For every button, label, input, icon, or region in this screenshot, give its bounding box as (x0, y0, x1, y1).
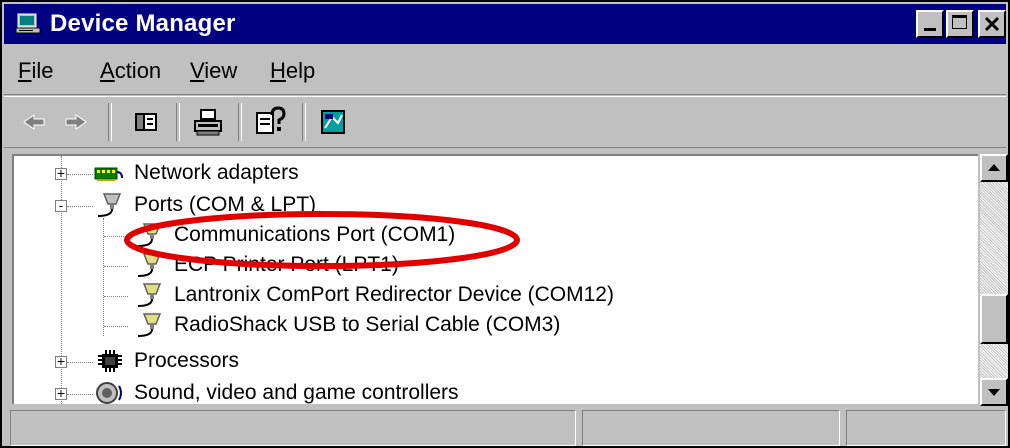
port-icon (137, 283, 162, 307)
minimize-button[interactable] (916, 10, 944, 38)
tree-item-label: Ports (COM & LPT) (134, 193, 317, 216)
window-title: Device Manager (50, 10, 236, 37)
tree-line (104, 266, 128, 267)
expand-button[interactable]: + (55, 385, 67, 401)
print-icon[interactable] (190, 105, 226, 139)
minimize-icon (924, 28, 936, 31)
collapse-button[interactable]: - (55, 197, 67, 213)
back-icon[interactable] (16, 105, 52, 139)
tree-line (67, 394, 93, 395)
tree-line (67, 206, 93, 207)
network-adapter-icon (94, 167, 123, 181)
menu-action[interactable]: Action (100, 58, 161, 84)
status-pane (846, 410, 1006, 446)
tree-line (67, 174, 93, 175)
tree-line (104, 326, 128, 327)
tree-item-label: Network adapters (134, 161, 299, 184)
tree-item-label: RadioShack USB to Serial Cable (COM3) (174, 313, 561, 336)
properties-icon[interactable] (316, 105, 352, 139)
sound-icon (96, 382, 122, 404)
device-manager-window: Device Manager File Action View Help + -… (0, 0, 1010, 448)
scroll-thumb[interactable] (980, 294, 1008, 344)
menu-bar: File Action View Help (4, 48, 1006, 95)
maximize-button[interactable] (946, 10, 974, 38)
toolbar-separator (302, 103, 306, 141)
expand-button[interactable]: + (55, 353, 67, 369)
close-icon (984, 16, 1000, 32)
arrow-up-icon (988, 164, 1000, 171)
tree-item-label: Processors (134, 349, 240, 372)
status-bar (4, 406, 1006, 446)
processor-icon (98, 350, 122, 372)
port-icon (137, 223, 162, 247)
tree-line (104, 236, 128, 237)
toolbar (4, 96, 1006, 148)
tree-item-label: Communications Port (COM1) (174, 223, 456, 246)
menu-help[interactable]: Help (270, 58, 315, 84)
help-icon[interactable] (252, 105, 288, 139)
arrow-down-icon (988, 389, 1000, 396)
toolbar-separator (176, 103, 180, 141)
scroll-up-button[interactable] (980, 154, 1008, 182)
status-pane (10, 410, 576, 446)
show-hide-tree-icon[interactable] (128, 105, 164, 139)
toolbar-separator (238, 103, 242, 141)
menu-file[interactable]: File (18, 58, 53, 84)
vertical-scrollbar[interactable] (980, 154, 1008, 406)
tree-line (104, 296, 128, 297)
close-button[interactable] (978, 10, 1006, 38)
status-pane (582, 410, 840, 446)
device-tree[interactable]: + - + + Network adapters Ports (COM & LP… (12, 154, 978, 404)
title-bar[interactable]: Device Manager (4, 4, 1006, 44)
menu-view[interactable]: View (190, 58, 237, 84)
port-icon (137, 313, 162, 337)
forward-icon[interactable] (58, 105, 94, 139)
tree-line (67, 362, 93, 363)
maximize-icon (952, 15, 967, 29)
tree-item-label: Sound, video and game controllers (134, 381, 459, 404)
port-icon (97, 193, 122, 217)
port-icon (137, 253, 162, 277)
tree-item-label: ECP Printer Port (LPT1) (174, 253, 399, 276)
expand-button[interactable]: + (55, 165, 67, 181)
tree-item-label: Lantronix ComPort Redirector Device (COM… (174, 283, 614, 306)
scroll-down-button[interactable] (980, 378, 1008, 406)
computer-icon (15, 13, 41, 34)
toolbar-separator (108, 103, 112, 141)
